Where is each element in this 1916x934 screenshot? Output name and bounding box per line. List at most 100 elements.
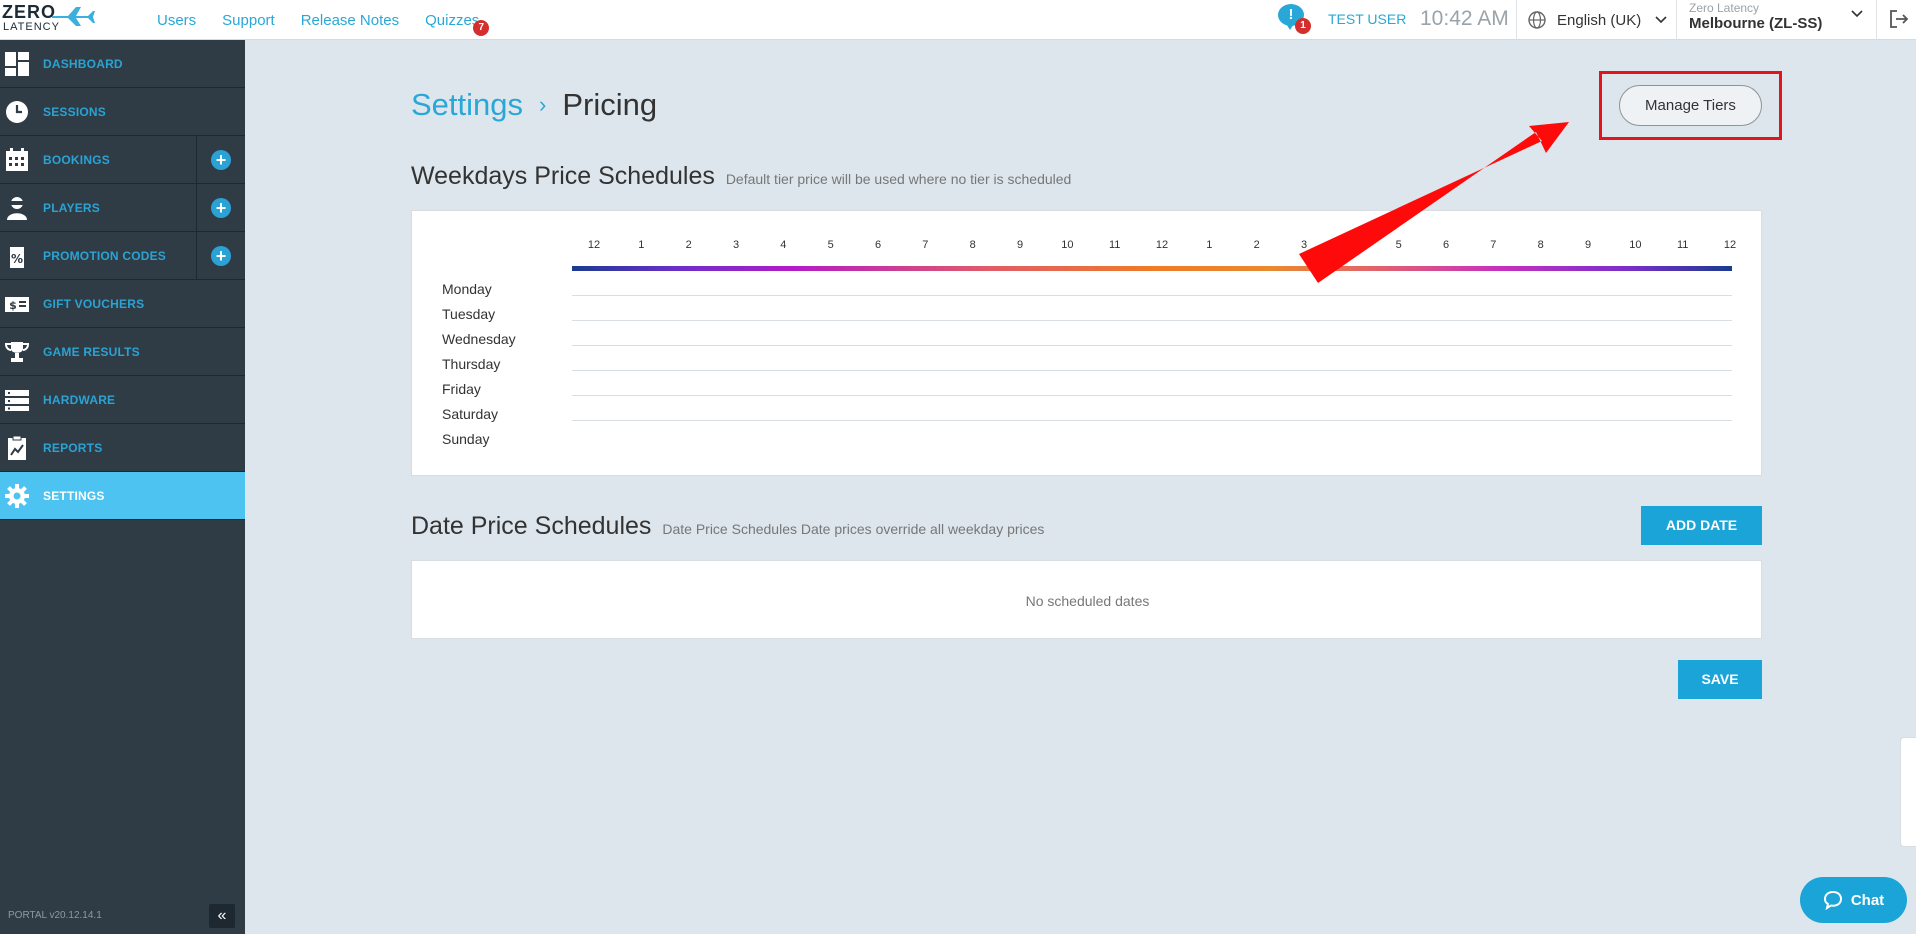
date-schedule-card: No scheduled dates — [411, 560, 1762, 639]
feedback-side-tab[interactable] — [1900, 737, 1916, 847]
site-select[interactable]: Zero Latency Melbourne (ZL-SS) — [1689, 0, 1869, 40]
sidebar-item-settings[interactable]: SETTINGS — [0, 472, 245, 520]
sidebar-item-label: PROMOTION CODES — [43, 248, 167, 263]
site-name: Melbourne (ZL-SS) — [1689, 15, 1823, 32]
top-nav: Users Support Release Notes Quizzes 7 — [157, 0, 505, 40]
add-player-button[interactable]: + — [196, 184, 245, 232]
chevron-down-icon — [1851, 10, 1863, 18]
day-label: Sunday — [442, 431, 490, 447]
hour-tick-label: 11 — [1676, 239, 1689, 251]
sidebar-item-dashboard[interactable]: DASHBOARD — [0, 40, 245, 88]
report-icon — [5, 435, 29, 460]
sidebar-item-players[interactable]: PLAYERS + — [0, 184, 245, 232]
clock-icon — [5, 100, 29, 124]
breadcrumb-chevron-icon: › — [539, 92, 547, 117]
dates-subtitle: Date Price Schedules Date prices overrid… — [662, 521, 1045, 537]
sidebar-item-hardware[interactable]: HARDWARE — [0, 376, 245, 424]
day-label: Saturday — [442, 406, 499, 422]
hour-tick-label: 5 — [1395, 239, 1402, 251]
sidebar-item-label: HARDWARE — [43, 392, 116, 407]
hour-tick-label: 10 — [1629, 239, 1642, 251]
divider — [1876, 0, 1877, 40]
save-button[interactable]: SAVE — [1678, 660, 1762, 699]
dashboard-icon — [5, 51, 29, 76]
day-row-divider — [572, 320, 1732, 321]
user-name-link[interactable]: TEST USER — [1328, 11, 1406, 27]
sidebar-item-gift-vouchers[interactable]: $ GIFT VOUCHERS — [0, 280, 245, 328]
sidebar-item-label: GIFT VOUCHERS — [43, 296, 145, 311]
zero-latency-logo[interactable]: ZERO LATENCY — [2, 3, 98, 37]
nav-support-link[interactable]: Support — [222, 12, 275, 29]
hour-tick-label: 12 — [587, 239, 601, 251]
language-select[interactable]: English (UK) — [1527, 0, 1667, 40]
sidebar-item-label: SETTINGS — [43, 488, 105, 503]
hour-tick-label: 8 — [1537, 239, 1544, 251]
weekday-schedule-card: 12 1 2 3 4 5 6 7 8 9 10 11 12 1 2 3 4 5 6 7 8 9 10 11 12 Monday T… — [411, 210, 1762, 476]
sidebar-item-promotion-codes[interactable]: % PROMOTION CODES + — [0, 232, 245, 280]
hour-tick-label: 8 — [969, 239, 976, 251]
hour-tick-label: 6 — [1442, 239, 1450, 251]
chat-button[interactable]: Chat — [1800, 877, 1907, 923]
day-label: Monday — [442, 281, 492, 297]
nav-quizzes-link[interactable]: Quizzes 7 — [425, 12, 490, 36]
sidebar-item-label: SESSIONS — [43, 104, 106, 119]
hour-tick-label: 3 — [732, 239, 740, 251]
sidebar-item-game-results[interactable]: GAME RESULTS — [0, 328, 245, 376]
sidebar-item-label: BOOKINGS — [43, 152, 110, 167]
plus-icon: + — [211, 198, 231, 218]
divider — [1676, 0, 1677, 40]
add-date-button[interactable]: ADD DATE — [1641, 506, 1762, 545]
hour-tick-label: 4 — [780, 239, 787, 251]
sidebar-item-reports[interactable]: REPORTS — [0, 424, 245, 472]
logo-text-line1: ZERO — [2, 2, 57, 22]
dates-title: Date Price Schedules — [411, 512, 652, 540]
sidebar-item-bookings[interactable]: BOOKINGS + — [0, 136, 245, 184]
trophy-icon — [5, 340, 29, 364]
hour-tick-label: 9 — [1016, 239, 1024, 251]
breadcrumb: Settings › Pricing — [411, 87, 657, 123]
breadcrumb-settings-link[interactable]: Settings — [411, 87, 523, 122]
hour-tick-label: 11 — [1108, 239, 1121, 251]
day-label: Friday — [442, 381, 481, 397]
hour-tick-label: 4 — [1348, 239, 1355, 251]
sidebar: DASHBOARD SESSIONS BOOKINGS + PLAYERS + … — [0, 40, 245, 934]
player-icon — [5, 196, 29, 220]
notifications-button[interactable]: ! 1 — [1277, 4, 1311, 36]
hour-tick-label: 3 — [1300, 239, 1308, 251]
hour-tick-label: 10 — [1061, 239, 1074, 251]
svg-text:%: % — [11, 252, 23, 266]
nav-users-link[interactable]: Users — [157, 12, 196, 29]
org-name: Zero Latency — [1689, 1, 1760, 15]
logout-icon[interactable] — [1888, 8, 1910, 30]
divider — [1516, 0, 1517, 40]
quizzes-badge: 7 — [473, 19, 490, 36]
nav-release-notes-link[interactable]: Release Notes — [301, 12, 399, 29]
day-list: Monday Tuesday Wednesday Thursday Friday Satu… — [442, 277, 516, 452]
dates-section-heading: Date Price Schedules Date Price Schedule… — [411, 512, 1044, 541]
language-value: English (UK) — [1557, 11, 1642, 29]
day-label: Tuesday — [442, 306, 496, 322]
sidebar-item-label: GAME RESULTS — [43, 344, 140, 359]
hour-tick-label: 2 — [1253, 239, 1260, 251]
add-booking-button[interactable]: + — [196, 136, 245, 184]
hour-tick-label: 5 — [827, 239, 834, 251]
sidebar-item-sessions[interactable]: SESSIONS — [0, 88, 245, 136]
plane-icon — [52, 7, 95, 26]
hour-scale: 12 1 2 3 4 5 6 7 8 9 10 11 12 1 2 3 4 5 6 7 8 9 10 11 12 — [572, 239, 1736, 255]
sidebar-item-label: DASHBOARD — [43, 56, 123, 71]
weekdays-section-heading: Weekdays Price Schedules Default tier pr… — [411, 162, 1071, 191]
plus-icon: + — [211, 150, 231, 170]
add-promotion-code-button[interactable]: + — [196, 232, 245, 280]
percent-tag-icon: % — [5, 244, 29, 268]
weekdays-title: Weekdays Price Schedules — [411, 162, 715, 190]
collapse-sidebar-button[interactable]: « — [209, 904, 235, 928]
current-time: 10:42 AM — [1420, 7, 1509, 30]
day-label: Wednesday — [442, 331, 516, 347]
chevron-down-icon — [1655, 16, 1667, 24]
hour-tick-label: 6 — [874, 239, 882, 251]
server-icon — [5, 388, 29, 412]
globe-icon — [1528, 11, 1546, 29]
svg-text:$: $ — [9, 299, 17, 312]
day-row-divider — [572, 295, 1732, 296]
manage-tiers-button[interactable]: Manage Tiers — [1619, 85, 1762, 126]
